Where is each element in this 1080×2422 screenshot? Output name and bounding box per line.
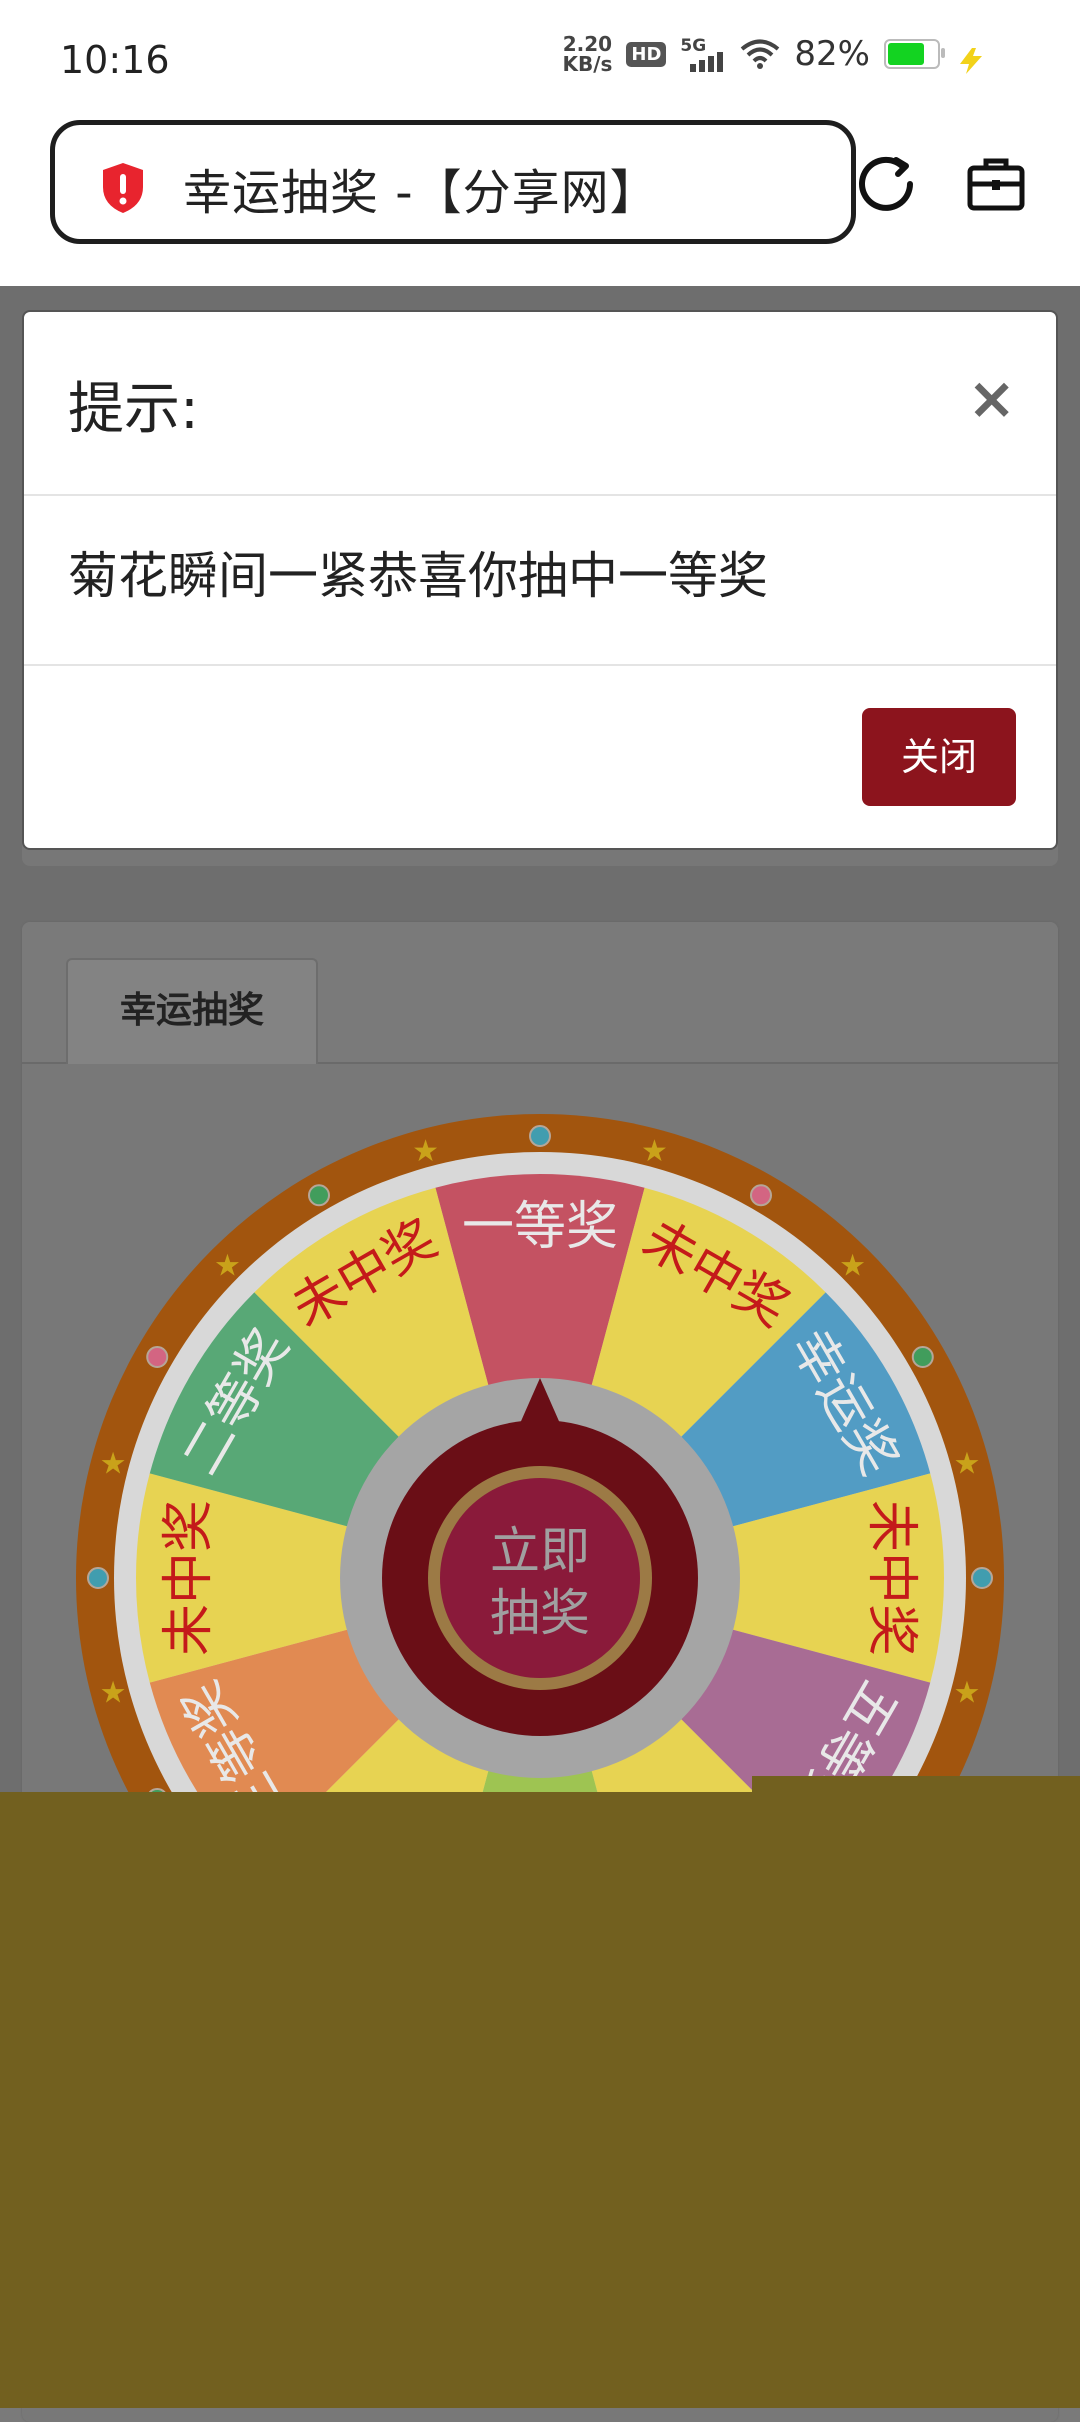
network-speed: 2.20 KB/s — [562, 34, 612, 74]
rim-star: ★ — [641, 1134, 668, 1169]
battery-percent: 82% — [794, 34, 870, 74]
dialog-body: 菊花瞬间一紧恭喜你抽中一等奖 — [24, 496, 1056, 666]
cellular-signal-icon: 5G — [680, 36, 726, 72]
rim-light — [146, 1346, 169, 1368]
shield-alert-icon[interactable] — [99, 161, 147, 215]
wheel-segment-label: 未中奖 — [861, 1500, 921, 1656]
rim-star: ★ — [953, 1675, 980, 1710]
network-speed-value: 2.20 — [562, 32, 613, 56]
close-button[interactable]: 关闭 — [862, 708, 1016, 806]
rim-light — [87, 1567, 109, 1589]
rim-star: ★ — [100, 1675, 127, 1710]
clock: 10:16 — [60, 38, 170, 82]
rim-light — [971, 1567, 993, 1589]
draw-button-label-1: 立即 — [490, 1522, 590, 1580]
wheel-segment-label: 未中奖 — [159, 1500, 219, 1656]
hd-icon: HD — [626, 41, 667, 67]
rim-light — [750, 1184, 772, 1207]
dialog-title: 提示: — [68, 377, 199, 442]
close-icon[interactable]: × — [967, 368, 1016, 428]
dialog-message: 菊花瞬间一紧恭喜你抽中一等奖 — [68, 547, 768, 605]
charging-icon — [960, 48, 982, 74]
page-title[interactable]: 幸运抽奖 -【分享网】 — [183, 153, 659, 223]
rim-star: ★ — [214, 1248, 241, 1283]
rim-star: ★ — [839, 1248, 866, 1283]
rim-light — [529, 1125, 551, 1147]
bottom-overlay — [0, 1792, 1080, 2408]
status-bar: 10:16 2.20 KB/s HD 5G 82% — [0, 0, 1080, 110]
rim-light — [308, 1184, 330, 1207]
dialog-header: 提示: × — [24, 312, 1056, 496]
alert-dialog: 提示: × 菊花瞬间一紧恭喜你抽中一等奖 关闭 — [22, 310, 1058, 850]
rim-star: ★ — [100, 1447, 127, 1482]
browser-toolbar: 幸运抽奖 -【分享网】 — [0, 110, 1080, 286]
tab-lucky-draw[interactable]: 幸运抽奖 — [66, 958, 318, 1064]
reload-icon[interactable] — [858, 154, 918, 214]
address-bar[interactable]: 幸运抽奖 -【分享网】 — [50, 120, 856, 244]
toolbox-icon[interactable] — [966, 156, 1026, 212]
rim-light — [911, 1346, 934, 1368]
network-speed-unit: KB/s — [562, 52, 613, 76]
draw-button-label-2: 抽奖 — [490, 1584, 590, 1642]
wheel-segment-label: 一等奖 — [462, 1197, 618, 1257]
wifi-icon — [741, 39, 780, 69]
battery-icon — [884, 39, 945, 69]
rim-star: ★ — [953, 1447, 980, 1482]
status-icons: 2.20 KB/s HD 5G 82% — [562, 34, 945, 74]
rim-star: ★ — [412, 1134, 439, 1169]
